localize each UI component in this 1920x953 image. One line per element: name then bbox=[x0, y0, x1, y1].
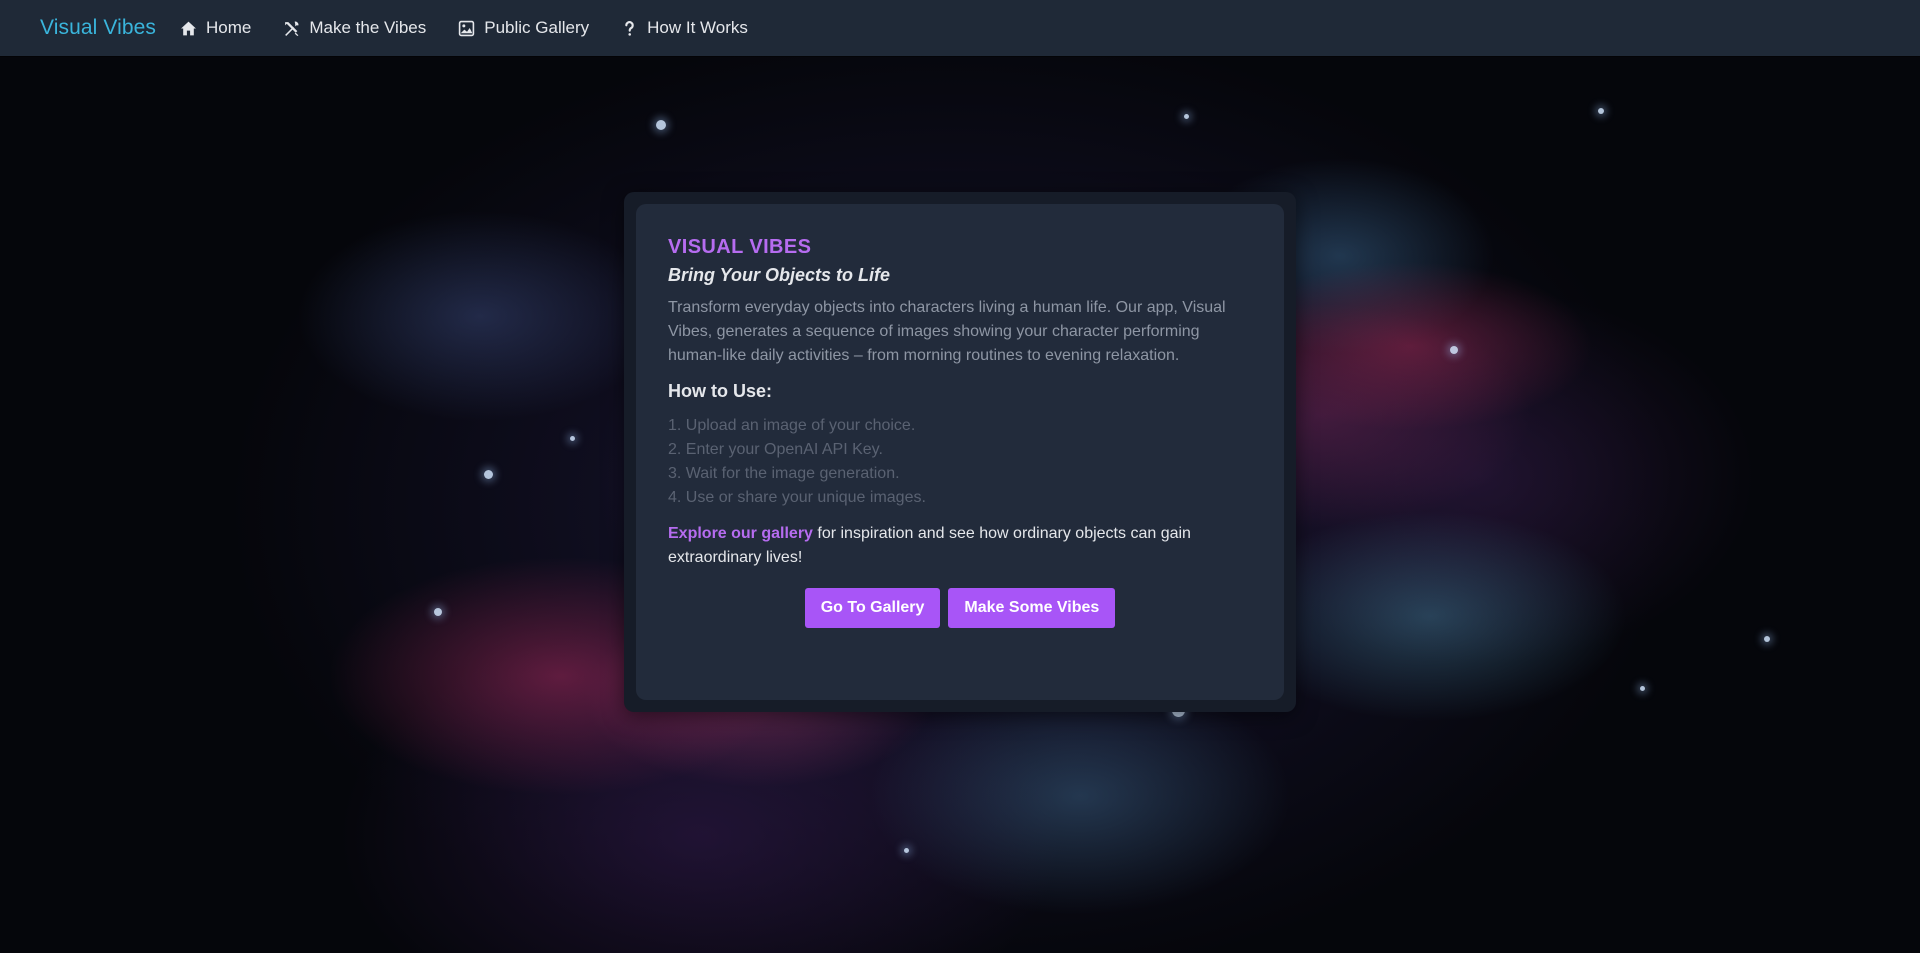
make-some-vibes-button[interactable]: Make Some Vibes bbox=[948, 588, 1116, 628]
step-item: 1. Upload an image of your choice. bbox=[668, 417, 916, 434]
nav-public-gallery[interactable]: Public Gallery bbox=[458, 18, 589, 38]
image-icon bbox=[459, 20, 475, 36]
tools-icon bbox=[285, 21, 299, 36]
steps-list: 1. Upload an image of your choice. 2. En… bbox=[668, 414, 1252, 510]
how-to-heading: How to Use: bbox=[668, 381, 773, 401]
nav-how-it-works-label: How It Works bbox=[647, 18, 748, 37]
step-item: 2. Enter your OpenAI API Key. bbox=[668, 441, 883, 458]
top-navbar: Visual Vibes Home Make the Vibes Public … bbox=[0, 0, 1920, 56]
step-item: 3. Wait for the image generation. bbox=[668, 465, 900, 482]
star bbox=[570, 436, 575, 441]
star bbox=[904, 848, 909, 853]
star bbox=[1184, 114, 1189, 119]
intro-card-frame: VISUAL VIBES Bring Your Objects to Life … bbox=[624, 192, 1296, 712]
nav-home-label: Home bbox=[206, 18, 252, 37]
card-title: VISUAL VIBES bbox=[668, 236, 812, 258]
question-icon bbox=[625, 20, 634, 36]
nebula-background: VISUAL VIBES Bring Your Objects to Life … bbox=[0, 56, 1920, 953]
explore-gallery-link[interactable]: Explore our gallery bbox=[668, 525, 813, 542]
explore-paragraph: Explore our gallery for inspiration and … bbox=[668, 522, 1252, 570]
go-to-gallery-button[interactable]: Go To Gallery bbox=[804, 588, 941, 628]
star bbox=[1640, 686, 1645, 691]
home-icon bbox=[181, 21, 196, 35]
nav-make-vibes[interactable]: Make the Vibes bbox=[283, 18, 426, 38]
brand-link[interactable]: Visual Vibes bbox=[40, 16, 156, 40]
star bbox=[1450, 346, 1458, 354]
star bbox=[1598, 108, 1604, 114]
nav-make-vibes-label: Make the Vibes bbox=[309, 18, 427, 37]
nav-home[interactable]: Home bbox=[180, 18, 251, 38]
nav-how-it-works[interactable]: How It Works bbox=[621, 18, 748, 38]
step-item: 4. Use or share your unique images. bbox=[668, 489, 926, 506]
intro-card: VISUAL VIBES Bring Your Objects to Life … bbox=[636, 204, 1284, 700]
button-row: Go To Gallery Make Some Vibes bbox=[668, 588, 1252, 628]
nav-public-gallery-label: Public Gallery bbox=[484, 18, 590, 37]
star bbox=[1764, 636, 1770, 642]
card-description: Transform everyday objects into characte… bbox=[668, 299, 1226, 364]
star bbox=[484, 470, 493, 479]
star bbox=[656, 120, 666, 130]
star bbox=[434, 608, 442, 616]
card-subtitle: Bring Your Objects to Life bbox=[668, 265, 891, 285]
